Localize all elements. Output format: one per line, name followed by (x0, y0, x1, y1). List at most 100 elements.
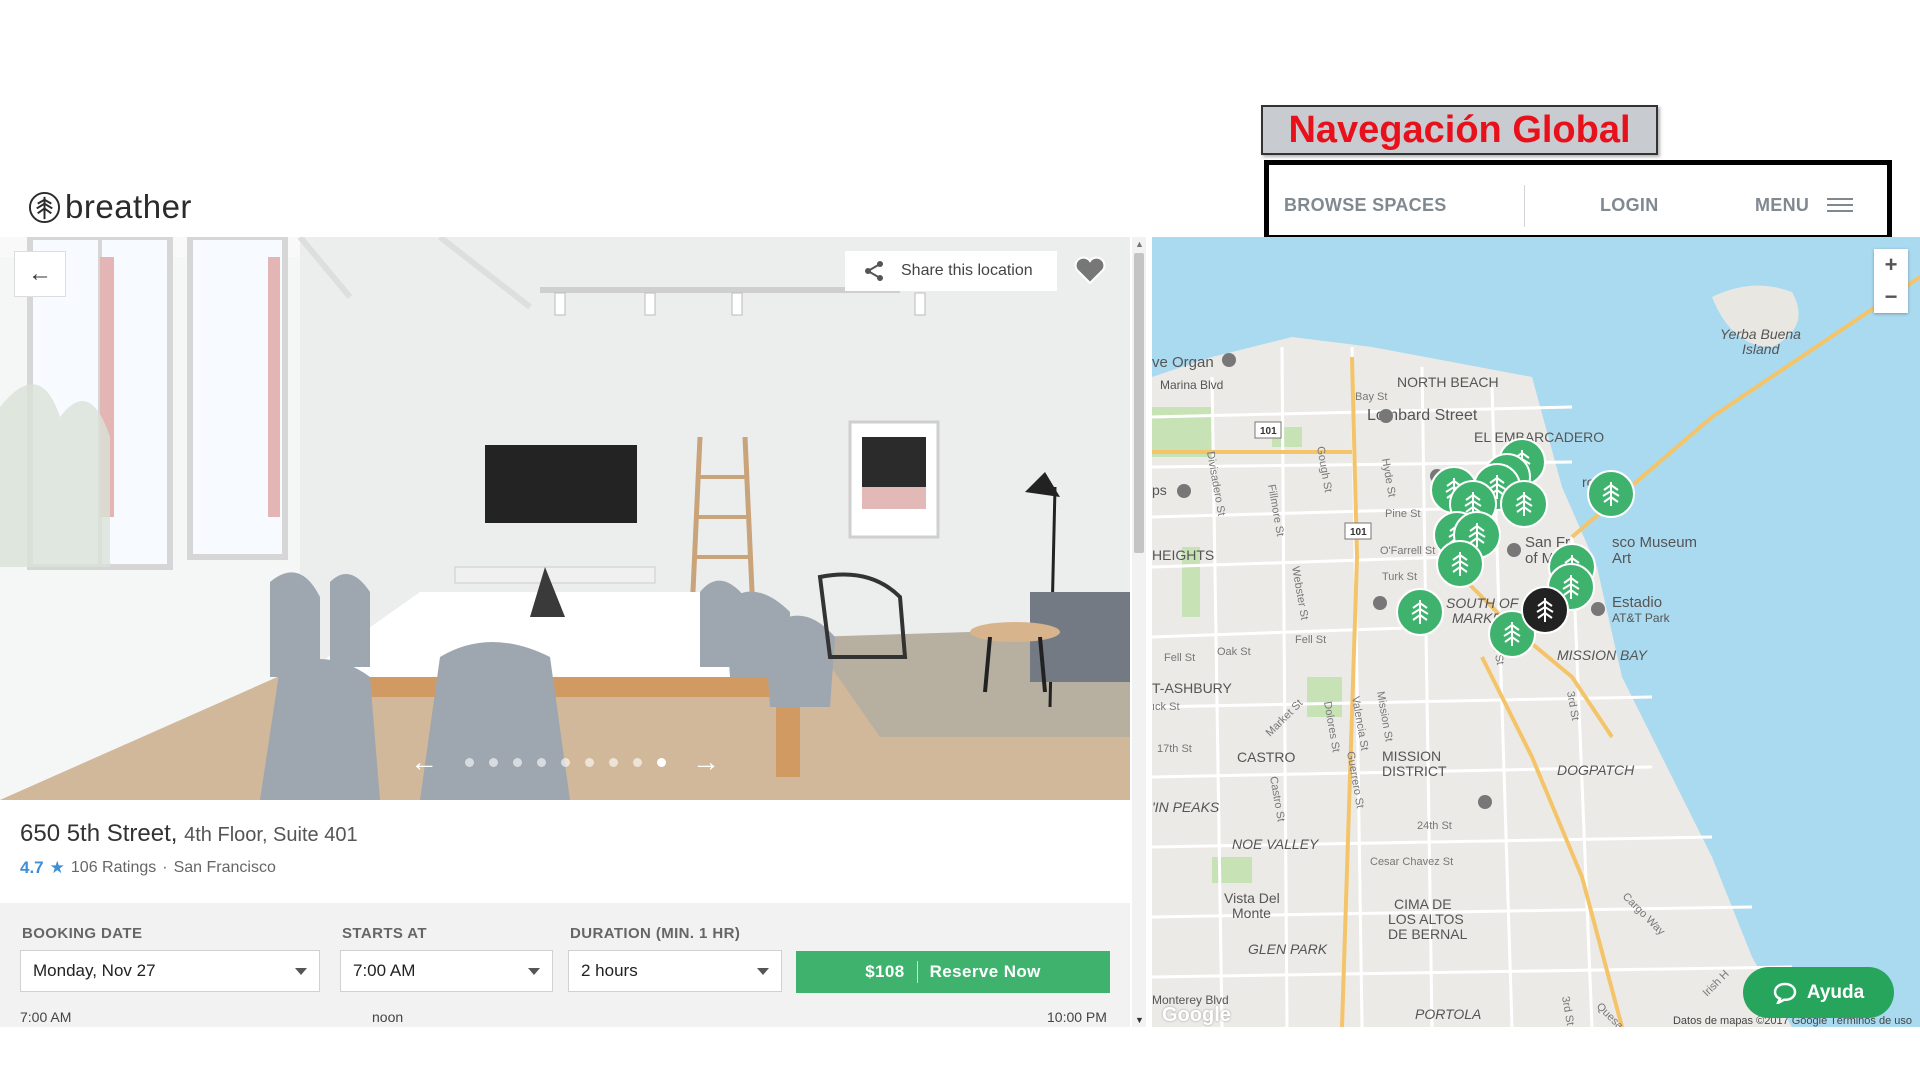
star-icon: ★ (49, 858, 65, 877)
map-label-marina: Marina Blvd (1160, 378, 1223, 392)
map-canvas: NORTH BEACH Lombard Street EL EMBARCADER… (1152, 237, 1920, 1027)
address-sub: 4th Floor, Suite 401 (184, 824, 358, 846)
map-label-heights: HEIGHTS (1152, 547, 1214, 563)
rating-value: 4.7 (20, 858, 44, 877)
brand-logo[interactable]: breather (28, 188, 192, 226)
carousel-dot[interactable] (584, 757, 594, 767)
map-label-portola: PORTOLA (1415, 1006, 1481, 1022)
highway-101-shield-a: 101 (1260, 426, 1277, 437)
map-street-pine: Pine St (1385, 508, 1420, 520)
map-street-divisadero: Divisadero St (1204, 450, 1227, 517)
space-photo-gallery: ← Share this location ← → (0, 237, 1130, 800)
carousel-dot[interactable] (536, 757, 546, 767)
nav-browse-spaces[interactable]: BROWSE SPACES (1284, 195, 1447, 216)
reserve-now-button[interactable]: $108 Reserve Now (796, 951, 1110, 993)
map-label-ashbury: T-ASHBURY (1152, 680, 1233, 696)
map-pin-icon[interactable] (1587, 470, 1635, 518)
map-label-museum4: Art (1612, 550, 1632, 567)
carousel-dot[interactable] (488, 757, 498, 767)
map-pin-icon[interactable] (1436, 540, 1484, 588)
timeline-mid: noon (372, 1009, 404, 1025)
help-chat-button[interactable]: Ayuda (1743, 967, 1894, 1018)
map-label-cima3: DE BERNAL (1388, 926, 1468, 942)
share-label: Share this location (901, 262, 1033, 279)
favorite-heart-icon[interactable] (1073, 253, 1107, 287)
map-street-fell2: Fell St (1164, 652, 1195, 664)
rating-separator: · (162, 859, 168, 876)
map-street-turk: Turk St (1382, 571, 1417, 583)
highway-101-shield-b: 101 (1350, 527, 1367, 538)
map-label-vista1: Vista Del (1224, 890, 1280, 906)
starts-at-value: 7:00 AM (353, 961, 416, 980)
map-label-noe: NOE VALLEY (1232, 836, 1320, 852)
map-pin-icon[interactable] (1521, 586, 1569, 634)
carousel-next-arrow-icon[interactable]: → (692, 746, 720, 778)
listing-address: 650 5th Street, 4th Floor, Suite 401 (20, 820, 358, 848)
page-scrollbar[interactable]: ▲ ▼ (1132, 237, 1146, 1027)
map-label-quesad: Quesad (1594, 1001, 1630, 1027)
address-main: 650 5th Street, (20, 820, 178, 847)
duration-value: 2 hours (581, 961, 638, 980)
map-pin-icon[interactable] (1396, 588, 1444, 636)
map-street-cesar: Cesar Chavez St (1370, 856, 1453, 868)
listing-rating: 4.7 ★ 106 Ratings · San Francisco (20, 858, 276, 878)
map-label-yerba2: Island (1742, 341, 1781, 357)
map-pin-icon[interactable] (1500, 480, 1548, 528)
map-street-bay: Bay St (1355, 391, 1387, 403)
nav-divider (1524, 185, 1525, 227)
map-street-17th: 17th St (1157, 743, 1192, 755)
timeline-end: 10:00 PM (1047, 1009, 1107, 1025)
gallery-carousel: ← → (410, 746, 720, 778)
map-label-north-beach: NORTH BEACH (1397, 374, 1499, 390)
arrow-left-icon: ← (28, 260, 52, 287)
map-zoom-control: + − (1874, 249, 1908, 313)
map-label-glen: GLEN PARK (1248, 941, 1328, 957)
carousel-dot[interactable] (512, 757, 522, 767)
reserve-divider (916, 961, 918, 983)
starts-at-label: STARTS AT (342, 925, 427, 942)
nav-menu-label: MENU (1755, 194, 1810, 215)
map-label-museum2: sco Museum (1612, 534, 1697, 551)
map-label-embarcadero: EL EMBARCADERO (1474, 429, 1604, 445)
carousel-dot[interactable] (632, 757, 642, 767)
map-label-irish: Irish H (1701, 968, 1732, 999)
map-street-ofarrell: O'Farrell St (1380, 545, 1435, 557)
back-button[interactable]: ← (14, 251, 66, 297)
carousel-dot[interactable] (560, 757, 570, 767)
map-label-castro: CASTRO (1237, 749, 1295, 765)
annotation-label: Navegación Global (1261, 105, 1658, 155)
chevron-down-icon (757, 968, 769, 975)
carousel-dots (464, 757, 666, 767)
room-photo (0, 237, 1130, 800)
map-street-webster: Webster St (1289, 565, 1310, 620)
scroll-down-arrow-icon[interactable]: ▼ (1135, 1015, 1144, 1025)
map-street-lck: ıck St (1152, 701, 1180, 713)
scroll-up-arrow-icon[interactable]: ▲ (1135, 239, 1144, 249)
carousel-dot[interactable] (656, 757, 666, 767)
booking-date-label: BOOKING DATE (22, 925, 143, 942)
map-label-cima2: LOS ALTOS (1388, 911, 1464, 927)
location-map[interactable]: NORTH BEACH Lombard Street EL EMBARCADER… (1152, 237, 1920, 1027)
chat-bubble-icon (1773, 982, 1797, 1004)
reserve-price: $108 (865, 962, 905, 981)
map-street-24th: 24th St (1417, 820, 1452, 832)
starts-at-select[interactable]: 7:00 AM (340, 950, 553, 992)
scroll-thumb[interactable] (1134, 253, 1144, 553)
duration-select[interactable]: 2 hours (568, 950, 782, 992)
carousel-dot[interactable] (608, 757, 618, 767)
map-street-oak: Oak St (1217, 646, 1251, 658)
duration-label: DURATION (MIN. 1 HR) (570, 925, 741, 942)
booking-panel: BOOKING DATE Monday, Nov 27 STARTS AT 7:… (0, 903, 1130, 1027)
ratings-count[interactable]: 106 Ratings (71, 859, 156, 877)
map-street-fell: Fell St (1295, 634, 1326, 646)
chevron-down-icon (295, 968, 307, 975)
share-location-button[interactable]: Share this location (845, 251, 1057, 291)
nav-login[interactable]: LOGIN (1600, 195, 1659, 216)
carousel-prev-arrow-icon[interactable]: ← (410, 746, 438, 778)
nav-menu-button[interactable]: MENU (1755, 194, 1854, 216)
zoom-out-button[interactable]: − (1874, 281, 1908, 313)
map-label-peaks: 'IN PEAKS (1152, 799, 1220, 815)
carousel-dot[interactable] (464, 757, 474, 767)
booking-date-select[interactable]: Monday, Nov 27 (20, 950, 320, 992)
zoom-in-button[interactable]: + (1874, 249, 1908, 281)
